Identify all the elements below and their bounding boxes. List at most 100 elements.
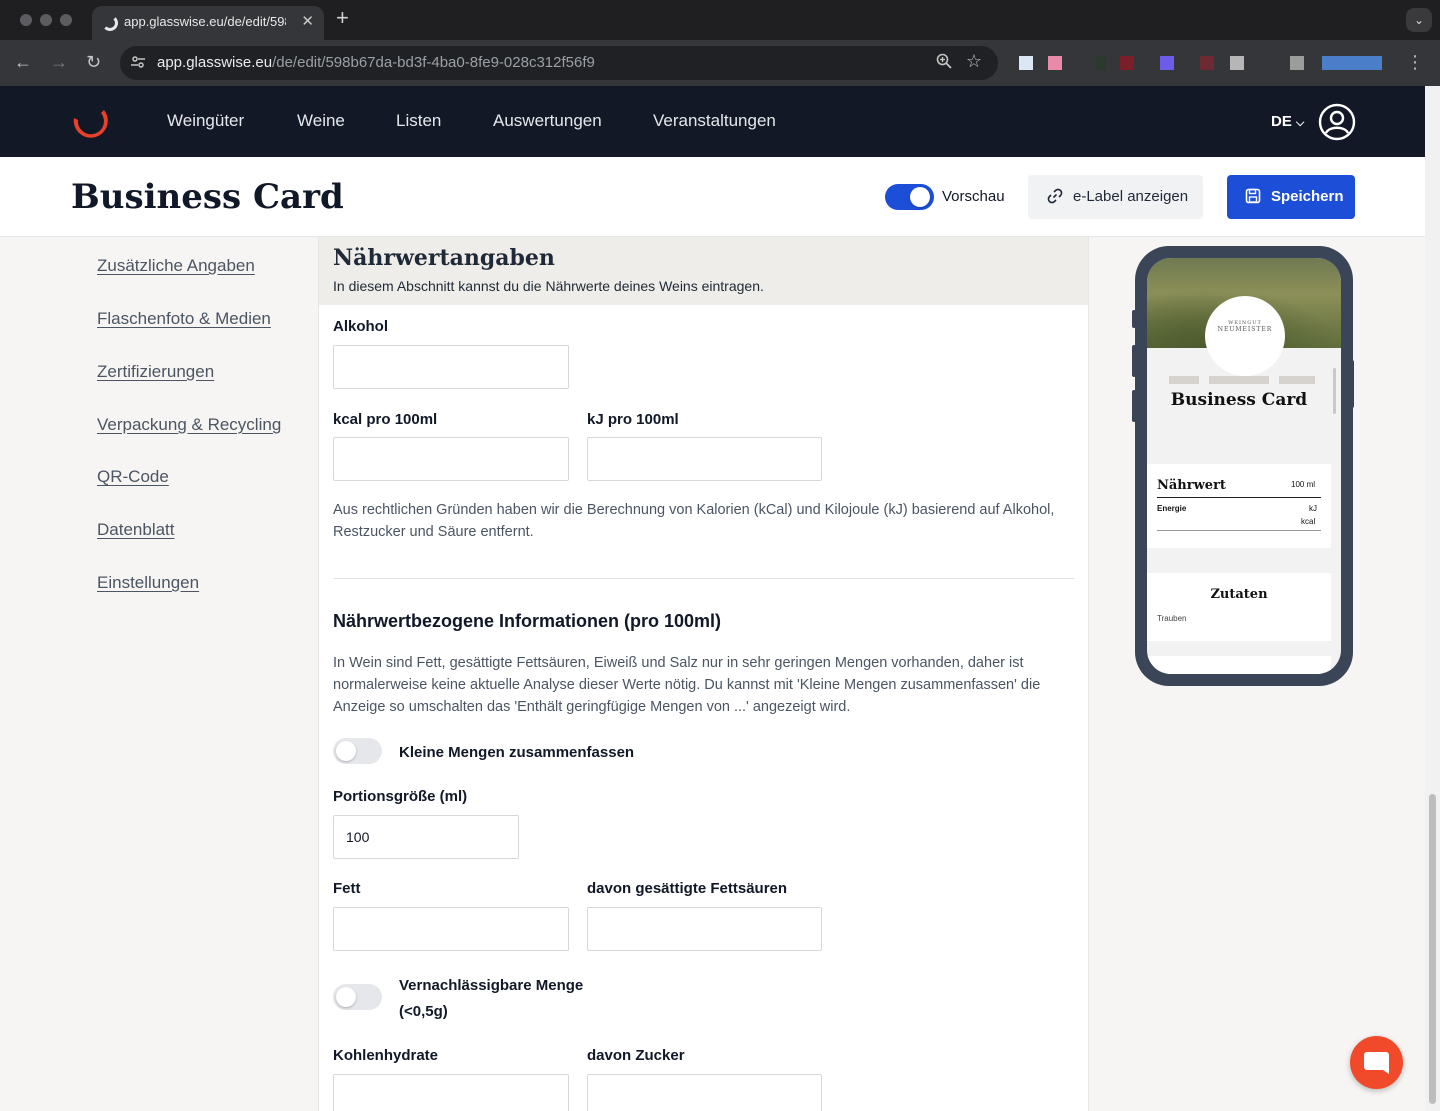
window-minimize-dot[interactable] — [40, 14, 52, 26]
save-disk-icon — [1245, 188, 1261, 204]
browser-tab-title: app.glasswise.eu/de/edit/598b67da-bd3f-4… — [124, 14, 286, 29]
kcal-label: kcal pro 100ml — [333, 411, 438, 428]
sidebar-item-datenblatt[interactable]: Datenblatt — [97, 520, 175, 540]
browser-tab[interactable]: app.glasswise.eu/de/edit/598b67da-bd3f-4… — [92, 6, 324, 40]
small-amounts-label: Kleine Mengen zusammenfassen — [399, 744, 635, 761]
redacted-text — [1169, 376, 1199, 384]
winery-logo: WEINGUT NEUMEISTER — [1205, 296, 1285, 376]
link-icon — [1046, 187, 1064, 210]
sidebar-item-einstellungen[interactable]: Einstellungen — [97, 573, 199, 593]
sugar-label: davon Zucker — [587, 1047, 685, 1064]
nav-item-listen[interactable]: Listen — [396, 111, 441, 131]
sugar-input[interactable] — [587, 1074, 822, 1111]
browser-tabbar: app.glasswise.eu/de/edit/598b67da-bd3f-4… — [0, 0, 1440, 40]
preview-energy-label: Energie — [1157, 504, 1187, 513]
chat-bubble-icon — [1364, 1052, 1389, 1074]
window-close-dot[interactable] — [20, 14, 32, 26]
saturated-fat-label: davon gesättigte Fettsäuren — [587, 880, 788, 897]
elabel-phone-preview: WEINGUT NEUMEISTER Business Card Nährwer… — [1135, 246, 1353, 686]
new-tab-icon[interactable]: + — [336, 6, 349, 30]
alcohol-label: Alkohol — [333, 318, 388, 335]
preview-title: Business Card — [1170, 390, 1308, 410]
preview-card — [1147, 656, 1331, 674]
kcal-input[interactable] — [333, 437, 569, 481]
portion-size-input[interactable]: 100 — [333, 815, 519, 859]
phone-screen: WEINGUT NEUMEISTER Business Card Nährwer… — [1147, 258, 1341, 674]
extension-icon[interactable] — [1200, 56, 1214, 70]
language-label: DE — [1271, 113, 1292, 130]
extension-icon[interactable] — [1230, 56, 1244, 70]
nutrition-info-title: Nährwertbezogene Informationen (pro 100m… — [333, 611, 722, 631]
sidebar-item-zertifizierungen[interactable]: Zertifizierungen — [97, 362, 214, 382]
extension-icon[interactable] — [1120, 56, 1134, 70]
nutrition-info-note: In Wein sind Fett, gesättigte Fettsäuren… — [333, 655, 1041, 715]
preview-nutrition-card: Nährwert 100 ml Energie kJ kcal — [1147, 464, 1331, 548]
browser-menu-icon[interactable]: ⋮ — [1406, 52, 1424, 72]
section-description: In diesem Abschnitt kannst du die Nährwe… — [333, 278, 764, 294]
tab-search-chevron-icon[interactable]: ⌄ — [1406, 8, 1432, 32]
extension-icon[interactable] — [1096, 56, 1106, 70]
profile-extension-icon[interactable] — [1322, 56, 1382, 70]
save-label: Speichern — [1271, 188, 1344, 205]
site-settings-icon[interactable] — [130, 54, 148, 72]
extension-icon[interactable] — [1160, 56, 1174, 70]
kj-label: kJ pro 100ml — [587, 411, 679, 428]
preview-kj-unit: kJ — [1309, 504, 1317, 513]
redacted-text — [1279, 376, 1315, 384]
sidebar-item-flaschenfoto-medien[interactable]: Flaschenfoto & Medien — [97, 309, 271, 329]
language-selector[interactable]: DE ⌵ — [1271, 113, 1304, 130]
sidebar-item-verpackung-recycling[interactable]: Verpackung & Recycling — [97, 415, 281, 435]
section-title: Nährwertangaben — [333, 245, 555, 271]
page-header: Business Card Vorschau e-Label anzeigen … — [0, 157, 1425, 237]
back-arrow-icon[interactable]: ← — [14, 51, 32, 73]
chat-support-button[interactable] — [1350, 1036, 1403, 1089]
preview-ingredients-card: Zutaten Trauben — [1147, 573, 1331, 641]
nav-item-auswertungen[interactable]: Auswertungen — [493, 111, 602, 131]
forward-arrow-icon[interactable]: → — [50, 51, 68, 73]
extension-icon[interactable] — [1019, 56, 1033, 70]
negligible-amount-toggle[interactable] — [333, 984, 382, 1010]
nav-item-weingueter[interactable]: Weingüter — [167, 111, 244, 131]
url-text: app.glasswise.eu/de/edit/598b67da-bd3f-4… — [157, 54, 595, 71]
section-header: Nährwertangaben In diesem Abschnitt kann… — [319, 237, 1088, 305]
scrollbar-thumb[interactable] — [1429, 794, 1436, 1104]
page-title: Business Card — [71, 177, 344, 217]
preview-per-label: 100 ml — [1291, 480, 1316, 489]
show-elabel-button[interactable]: e-Label anzeigen — [1028, 175, 1203, 219]
preview-toggle[interactable] — [885, 184, 934, 210]
save-button[interactable]: Speichern — [1227, 175, 1355, 219]
redacted-text — [1209, 376, 1269, 384]
preview-nutrition-title: Nährwert — [1157, 478, 1226, 493]
chevron-down-icon: ⌵ — [1296, 117, 1305, 129]
negligible-amount-label: Vernachlässigbare Menge — [399, 977, 584, 994]
preview-ingredients-value: Trauben — [1157, 614, 1187, 623]
negligible-amount-sublabel: (<0,5g) — [399, 1003, 448, 1020]
tab-close-icon[interactable]: ✕ — [301, 12, 314, 30]
saturated-fat-input[interactable] — [587, 907, 822, 951]
extension-icon[interactable] — [1290, 56, 1304, 70]
carbohydrates-input[interactable] — [333, 1074, 569, 1111]
user-avatar-icon[interactable] — [1318, 103, 1356, 141]
preview-scrollbar[interactable] — [1333, 368, 1336, 414]
reload-icon[interactable]: ↻ — [86, 51, 101, 73]
app-navbar: Weingüter Weine Listen Auswertungen Vera… — [0, 86, 1425, 157]
alcohol-input[interactable] — [333, 345, 569, 389]
zoom-icon[interactable] — [936, 53, 952, 74]
glasswise-logo-icon[interactable] — [68, 104, 110, 144]
preview-label: Vorschau — [942, 188, 1005, 205]
nav-item-veranstaltungen[interactable]: Veranstaltungen — [653, 111, 776, 131]
sidebar-item-zusaetzliche-angaben[interactable]: Zusätzliche Angaben — [97, 256, 255, 276]
address-bar[interactable]: app.glasswise.eu/de/edit/598b67da-bd3f-4… — [120, 46, 998, 80]
loading-favicon-icon — [102, 15, 118, 31]
bookmark-star-icon[interactable]: ☆ — [966, 51, 982, 72]
page-scrollbar[interactable] — [1425, 86, 1440, 1111]
window-zoom-dot[interactable] — [60, 14, 72, 26]
preview-kcal-unit: kcal — [1301, 517, 1316, 526]
fat-input[interactable] — [333, 907, 569, 951]
small-amounts-toggle[interactable] — [333, 738, 382, 764]
fat-label: Fett — [333, 880, 361, 897]
nav-item-weine[interactable]: Weine — [297, 111, 345, 131]
extension-icon[interactable] — [1048, 56, 1062, 70]
kj-input[interactable] — [587, 437, 822, 481]
sidebar-item-qr-code[interactable]: QR-Code — [97, 467, 169, 487]
